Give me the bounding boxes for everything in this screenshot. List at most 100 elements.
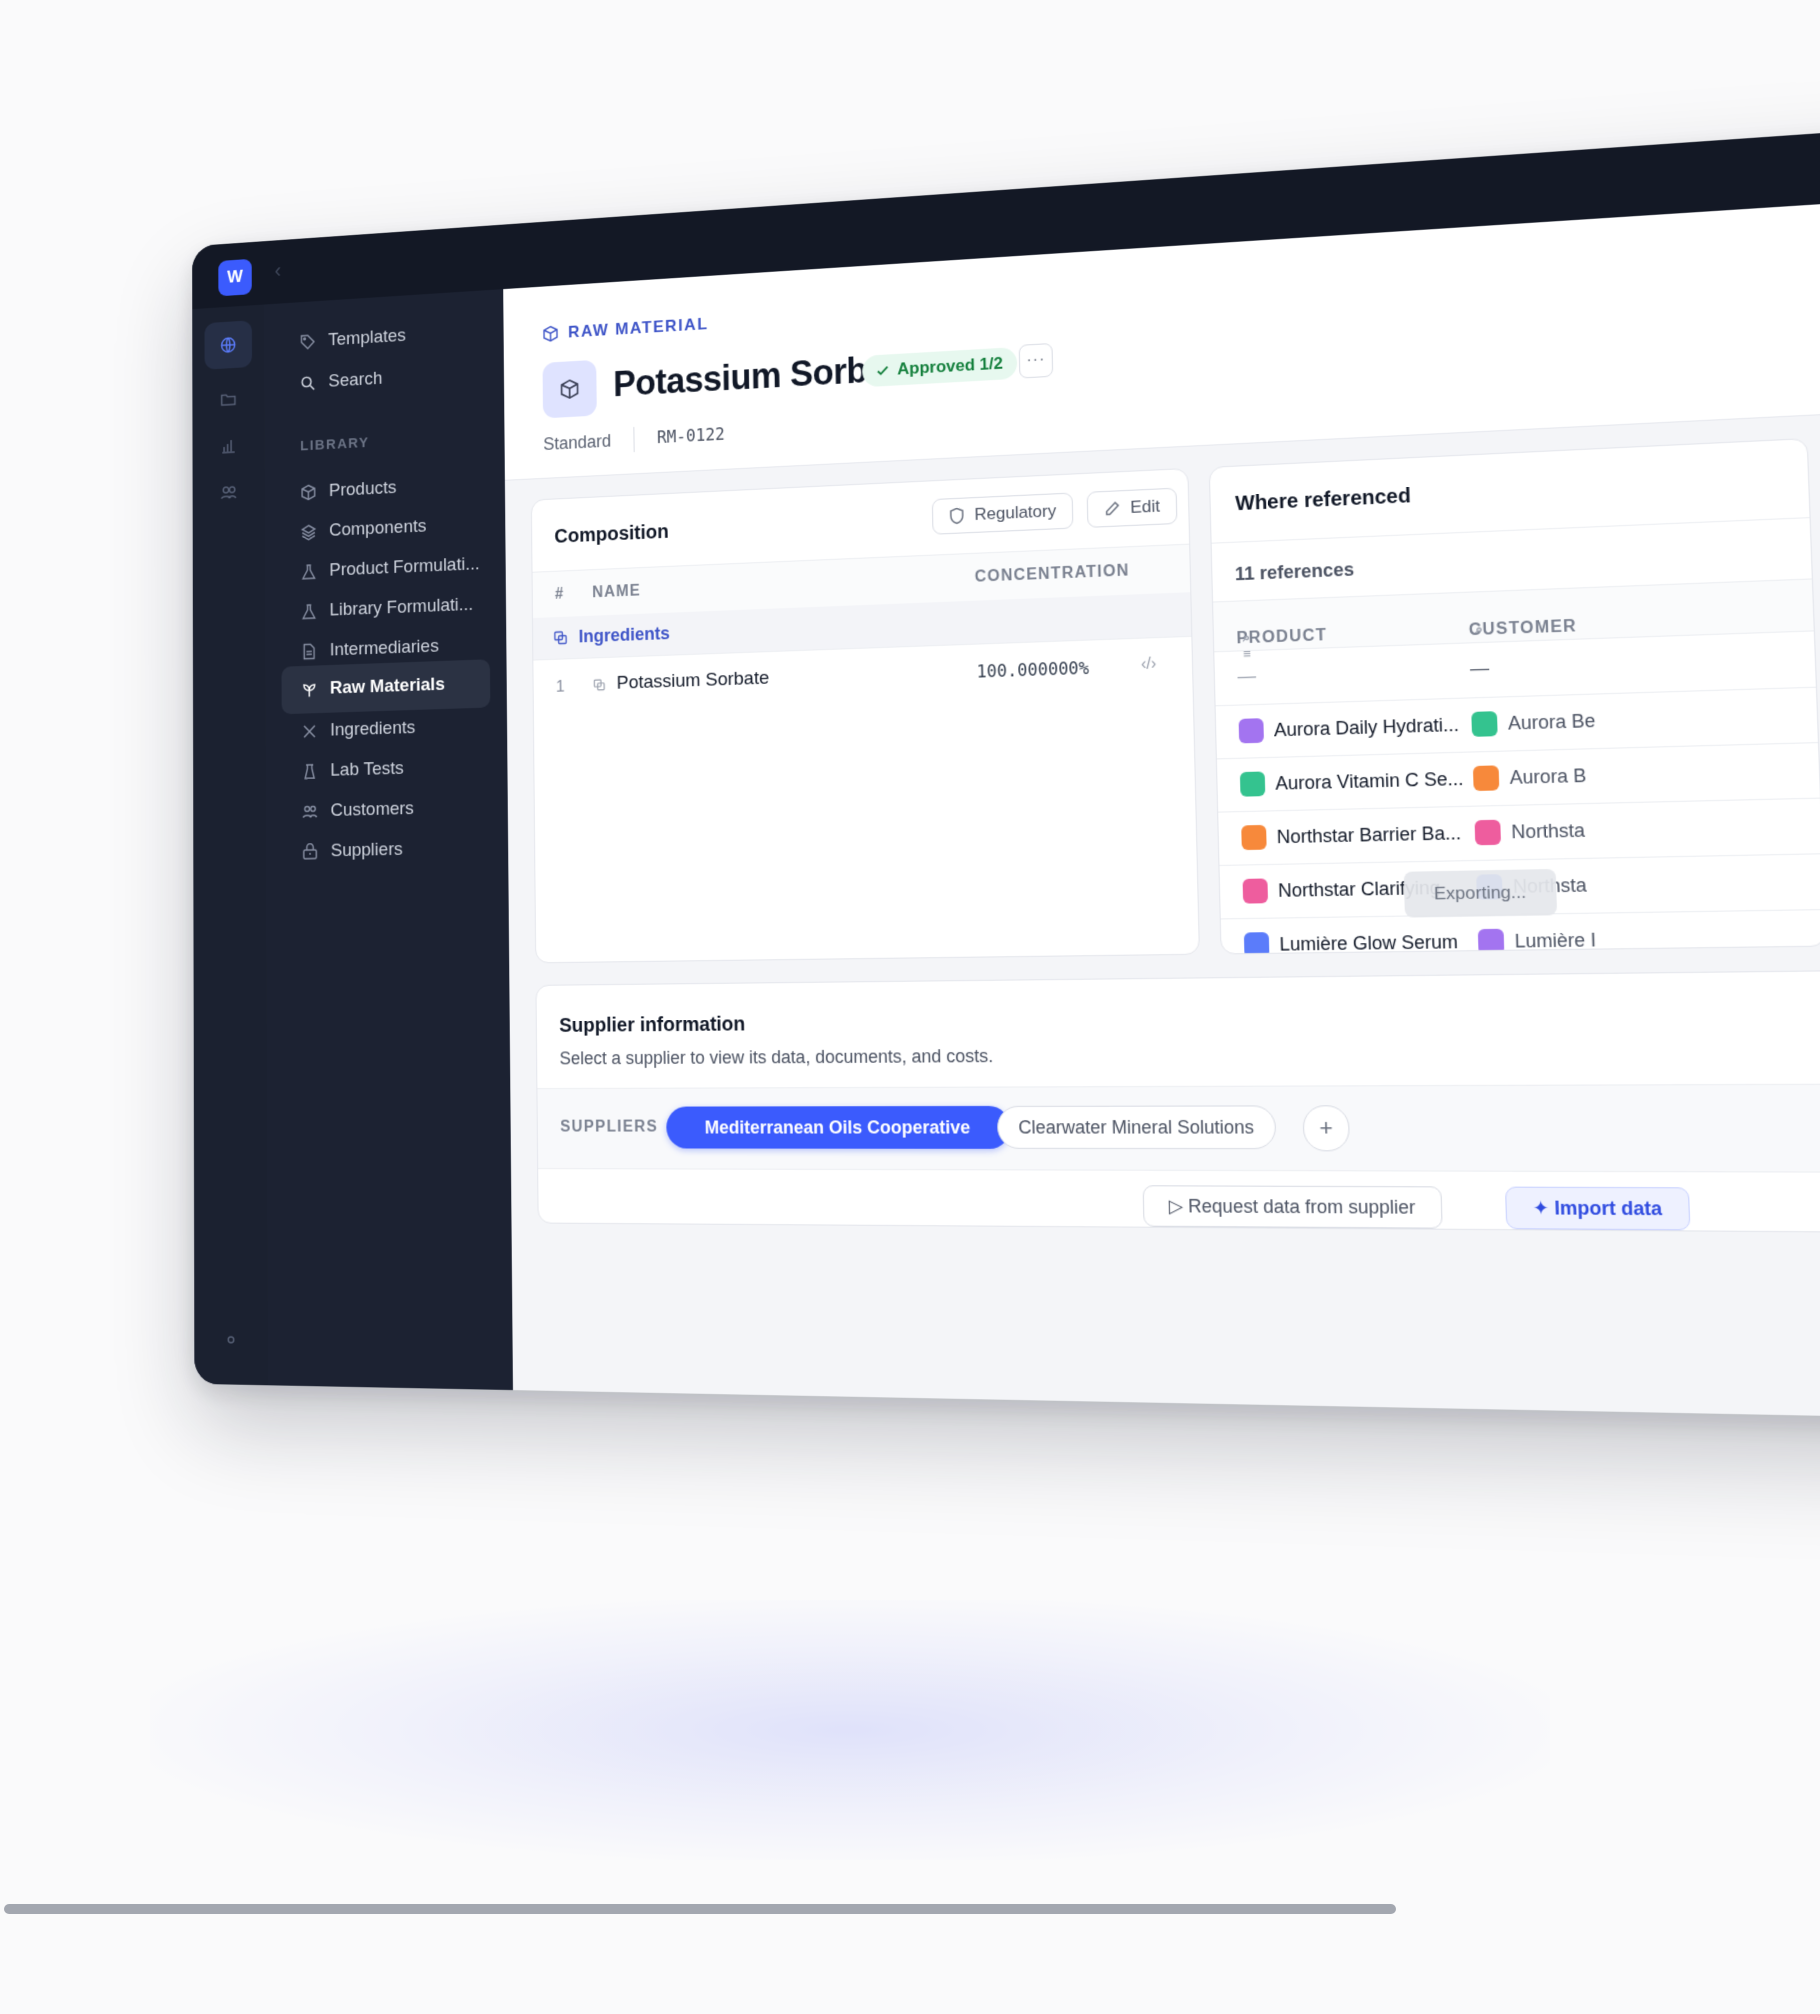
settings-icon[interactable] <box>224 1332 238 1348</box>
shield-icon <box>949 507 965 526</box>
customer-name: Northsta <box>1511 819 1585 843</box>
column-customer-label: CUSTOMER <box>1469 618 1578 641</box>
product-swatch <box>1241 825 1266 850</box>
product-cell: — <box>1237 665 1256 687</box>
product-swatch <box>1244 932 1270 954</box>
composition-title: Composition <box>554 521 669 548</box>
sidebar-item-label: Templates <box>328 326 406 351</box>
perspective-stage: W ‹ Templates Search LIBRARY Products Co… <box>70 0 1820 2009</box>
customer-cell: — <box>1470 657 1490 679</box>
product-name: Aurora Vitamin C Se... <box>1275 768 1464 794</box>
customer-swatch <box>1478 929 1505 955</box>
users-icon <box>302 803 318 821</box>
sidebar-item-label: Intermediaries <box>330 636 439 661</box>
where-referenced-card: Where referenced 11 references PRODUCT ⌕ … <box>1209 438 1820 954</box>
molecule-icon <box>301 723 317 741</box>
app-logo[interactable]: W <box>218 259 251 297</box>
product-name: Lumière Glow Serum <box>1279 931 1458 955</box>
beaker-icon <box>302 763 318 781</box>
exporting-toast: Exporting... <box>1404 869 1557 918</box>
sidebar-item-suppliers[interactable]: Suppliers <box>282 824 492 877</box>
box-icon <box>542 325 559 343</box>
group-label: Ingredients <box>579 623 670 647</box>
group-icon <box>553 630 567 645</box>
customer-cell: Northsta <box>1475 818 1586 846</box>
rail-users-icon[interactable] <box>205 468 253 517</box>
icon-rail <box>192 304 269 1385</box>
product-swatch <box>1243 878 1269 903</box>
filter-icon[interactable]: ⌕ <box>1475 621 1483 638</box>
collapse-sidebar-icon[interactable]: ‹ <box>275 259 282 284</box>
row-name-cell: Potassium Sorbate <box>593 668 769 696</box>
supplier-pill[interactable]: Clearwater Mineral Solutions <box>997 1105 1277 1149</box>
app-window: W ‹ Templates Search LIBRARY Products Co… <box>192 125 1820 1419</box>
edit-label: Edit <box>1130 496 1160 517</box>
material-type: Standard <box>543 431 611 455</box>
status-label: Approved 1/2 <box>897 354 1003 380</box>
supplier-information-description: Select a supplier to view its data, docu… <box>559 1046 993 1069</box>
rail-library-icon[interactable] <box>204 320 252 369</box>
sidebar-item-label: Suppliers <box>331 839 403 862</box>
column-name[interactable]: NAME <box>592 583 641 602</box>
sidebar-item-label: Products <box>329 478 397 502</box>
more-options-button[interactable]: ··· <box>1019 343 1053 379</box>
supplier-pill-selected[interactable]: Mediterranean Oils Cooperative <box>666 1106 1011 1149</box>
raw-material-icon <box>542 360 596 419</box>
supplier-selector: SUPPLIERS Mediterranean Oils Cooperative… <box>537 1084 1820 1173</box>
import-data-button[interactable]: ✦ Import data <box>1505 1187 1691 1231</box>
material-code: RM-0122 <box>657 425 725 448</box>
layers-icon <box>301 523 317 541</box>
product-cell: Northstar Barrier Ba... <box>1241 821 1461 851</box>
sidebar-item-label: Product Formulati... <box>329 554 479 582</box>
customer-name: Aurora B <box>1509 765 1586 789</box>
sidebar: Templates Search LIBRARY Products Compon… <box>264 289 513 1390</box>
supplier-information-title: Supplier information <box>559 1013 745 1037</box>
flask-icon <box>301 603 317 621</box>
entity-type-label: RAW MATERIAL <box>568 315 709 343</box>
product-cell: Aurora Vitamin C Se... <box>1240 766 1464 796</box>
product-swatch <box>1240 771 1265 796</box>
customer-cell: Aurora Be <box>1471 708 1596 737</box>
ingredient-icon <box>593 678 605 691</box>
where-referenced-title: Where referenced <box>1235 485 1411 516</box>
sidebar-item-label: Search <box>328 369 382 393</box>
sidebar-item-label: Library Formulati... <box>330 594 474 621</box>
meta-line: Standard RM-0122 <box>543 422 725 457</box>
code-icon[interactable]: ‹/› <box>1141 655 1157 674</box>
regulatory-label: Regulatory <box>974 501 1056 525</box>
reference-count: 11 references <box>1235 559 1355 585</box>
customer-swatch <box>1475 820 1501 846</box>
add-supplier-button[interactable]: + <box>1302 1105 1350 1151</box>
edit-button[interactable]: Edit <box>1087 488 1178 528</box>
customer-swatch <box>1471 711 1497 737</box>
row-index: 1 <box>556 677 565 697</box>
suppliers-label: SUPPLIERS <box>560 1119 658 1137</box>
request-data-button[interactable]: ▷ Request data from supplier <box>1143 1185 1443 1228</box>
building-icon <box>302 843 318 861</box>
customer-name: Aurora Be <box>1508 710 1596 735</box>
column-concentration[interactable]: CONCENTRATION <box>975 562 1130 586</box>
document-icon <box>301 643 317 661</box>
row-name: Potassium Sorbate <box>617 668 770 695</box>
supplier-information-card: Supplier information Select a supplier t… <box>535 970 1820 1233</box>
product-cell: Aurora Daily Hydrati... <box>1239 712 1460 743</box>
column-index: # <box>555 586 565 604</box>
sidebar-item-label: Customers <box>331 798 414 821</box>
sidebar-item-label: Lab Tests <box>330 758 403 781</box>
sidebar-item-label: Components <box>329 516 426 541</box>
row-concentration: 100.000000% <box>976 659 1089 683</box>
flask-icon <box>301 563 317 581</box>
product-name: Aurora Daily Hydrati... <box>1274 714 1460 741</box>
divider <box>1212 517 1810 544</box>
breadcrumb: RAW MATERIAL <box>542 315 709 344</box>
customer-name: Lumière I <box>1514 929 1596 952</box>
regulatory-button[interactable]: Regulatory <box>932 492 1074 534</box>
rail-chart-icon[interactable] <box>205 421 253 470</box>
horizontal-scrollbar[interactable] <box>4 1904 1396 1914</box>
library-section-label: LIBRARY <box>300 435 369 455</box>
leaf-icon <box>301 681 317 699</box>
tag-icon <box>300 333 316 351</box>
customer-cell: Aurora B <box>1473 763 1587 791</box>
rail-folder-icon[interactable] <box>205 374 253 423</box>
product-swatch <box>1239 718 1264 743</box>
